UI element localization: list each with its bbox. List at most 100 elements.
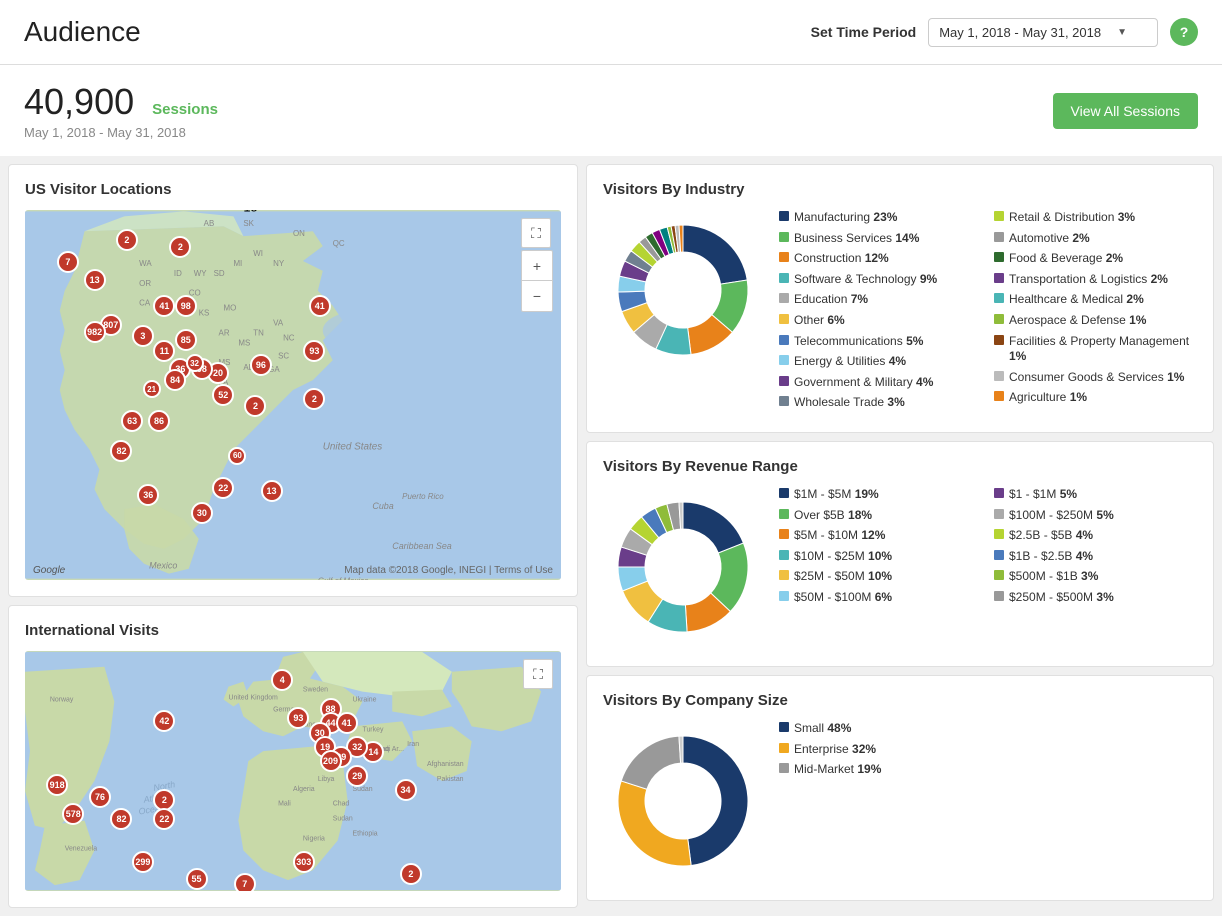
international-map-container[interactable]: North Atlantic Ocean United Kingdom Germ… (25, 651, 561, 891)
svg-text:Mexico: Mexico (149, 561, 177, 571)
legend-dot (779, 355, 789, 365)
legend-dot (994, 232, 1004, 242)
map-pin[interactable]: 21 (143, 380, 161, 398)
legend-label: Food & Beverage 2% (1009, 251, 1123, 267)
revenue-card: Visitors By Revenue Range $1M - $5M 19%O… (586, 441, 1214, 667)
legend-dot (779, 376, 789, 386)
svg-text:WY: WY (194, 269, 207, 278)
industry-title: Visitors By Industry (603, 181, 1197, 198)
map-pin[interactable]: 209 (320, 750, 342, 772)
legend-dot (779, 252, 789, 262)
map-pin[interactable]: 36 (137, 484, 159, 506)
sessions-label: Sessions (152, 101, 218, 118)
legend-item: $100M - $250M 5% (994, 508, 1197, 524)
map-pin[interactable]: 86 (148, 410, 170, 432)
legend-label: Other 6% (794, 313, 845, 329)
time-controls: Set Time Period May 1, 2018 - May 31, 20… (811, 18, 1198, 47)
svg-text:Nigeria: Nigeria (303, 835, 325, 842)
legend-label: Retail & Distribution 3% (1009, 210, 1135, 226)
map-pin[interactable]: 299 (132, 851, 154, 873)
us-map-title: US Visitor Locations (25, 181, 561, 198)
legend-dot (779, 293, 789, 303)
svg-text:WI: WI (253, 249, 263, 258)
map-pin[interactable]: 7 (57, 251, 79, 273)
legend-label: Software & Technology 9% (794, 272, 937, 288)
legend-label: $1 - $1M 5% (1009, 487, 1077, 503)
svg-text:Sweden: Sweden (303, 687, 328, 694)
legend-dot (994, 293, 1004, 303)
legend-label: Wholesale Trade 3% (794, 395, 905, 411)
legend-item: $1B - $2.5B 4% (994, 549, 1197, 565)
industry-card: Visitors By Industry Manufacturing 23%Bu… (586, 164, 1214, 433)
sessions-bar: 40,900 Sessions May 1, 2018 - May 31, 20… (0, 65, 1222, 156)
legend-item: Agriculture 1% (994, 390, 1197, 406)
zoom-out-button[interactable]: − (522, 281, 552, 311)
intl-map-expand-button[interactable]: ⛶ (523, 659, 553, 689)
legend-item: Construction 12% (779, 251, 982, 267)
legend-label: $1B - $2.5B 4% (1009, 549, 1093, 565)
svg-text:Turkey: Turkey (362, 726, 383, 733)
revenue-legend-right: $1 - $1M 5%$100M - $250M 5%$2.5B - $5B 4… (994, 487, 1197, 611)
map-expand-button[interactable]: ⛶ (521, 218, 551, 248)
legend-item: $250M - $500M 3% (994, 590, 1197, 606)
legend-dot (779, 314, 789, 324)
us-map-container[interactable]: United States Mexico Gulf of Mexico Cuba… (25, 210, 561, 580)
legend-item: Over $5B 18% (779, 508, 982, 524)
map-pin[interactable]: 42 (153, 710, 175, 732)
map-pin[interactable]: 85 (175, 329, 197, 351)
legend-item: Wholesale Trade 3% (779, 395, 982, 411)
map-pin[interactable]: 93 (303, 340, 325, 362)
map-pin[interactable]: 303 (293, 851, 315, 873)
sessions-count: 40,900 (24, 81, 134, 123)
legend-dot (779, 335, 789, 345)
map-pin[interactable]: 13 (261, 480, 283, 502)
legend-item: $1 - $1M 5% (994, 487, 1197, 503)
legend-dot (779, 509, 789, 519)
map-pin[interactable]: 2 (116, 229, 138, 251)
zoom-in-button[interactable]: + (522, 251, 552, 281)
map-pin[interactable]: 41 (336, 712, 358, 734)
legend-dot (994, 550, 1004, 560)
legend-item: Retail & Distribution 3% (994, 210, 1197, 226)
map-pin[interactable]: 29 (346, 765, 368, 787)
legend-label: Aerospace & Defense 1% (1009, 313, 1146, 329)
map-pin[interactable]: 41 (309, 295, 331, 317)
company-size-legend-left: Small 48%Enterprise 32%Mid-Market 19% (779, 721, 982, 783)
legend-item: $1M - $5M 19% (779, 487, 982, 503)
map-pin[interactable]: 982 (84, 321, 106, 343)
legend-item: $50M - $100M 6% (779, 590, 982, 606)
map-pin[interactable]: 32 (186, 354, 204, 372)
map-pin[interactable]: 13 (84, 269, 106, 291)
map-pin[interactable]: 55 (186, 868, 208, 890)
map-pin[interactable]: 22 (212, 477, 234, 499)
legend-dot (779, 396, 789, 406)
company-size-title: Visitors By Company Size (603, 692, 1197, 709)
international-map-title: International Visits (25, 622, 561, 639)
legend-label: Small 48% (794, 721, 851, 737)
view-all-sessions-button[interactable]: View All Sessions (1053, 93, 1198, 129)
map-pin[interactable]: 63 (121, 410, 143, 432)
map-pin[interactable]: 3 (132, 325, 154, 347)
svg-text:Pakistan: Pakistan (437, 776, 464, 783)
help-button[interactable]: ? (1170, 18, 1198, 46)
set-time-label: Set Time Period (811, 24, 917, 40)
svg-text:VA: VA (273, 319, 284, 328)
company-size-legend-right (994, 721, 1197, 783)
map-pin[interactable]: 98 (175, 295, 197, 317)
map-pin[interactable]: 82 (110, 440, 132, 462)
svg-text:Sudan: Sudan (333, 816, 353, 823)
map-pin[interactable]: 2 (400, 863, 422, 885)
time-period-selector[interactable]: May 1, 2018 - May 31, 2018 ▼ (928, 18, 1158, 47)
map-pin[interactable]: 7 (234, 873, 256, 891)
legend-item: Manufacturing 23% (779, 210, 982, 226)
map-pin[interactable]: 2 (303, 388, 325, 410)
map-pin[interactable]: 34 (395, 779, 417, 801)
right-panel: Visitors By Industry Manufacturing 23%Bu… (586, 164, 1214, 908)
map-pin[interactable]: 4 (271, 669, 293, 691)
map-pin[interactable]: 11 (153, 340, 175, 362)
top-bar: Audience Set Time Period May 1, 2018 - M… (0, 0, 1222, 65)
legend-dot (779, 570, 789, 580)
page-title: Audience (24, 16, 141, 48)
map-controls: ⛶ + − (521, 218, 553, 312)
legend-dot (994, 509, 1004, 519)
